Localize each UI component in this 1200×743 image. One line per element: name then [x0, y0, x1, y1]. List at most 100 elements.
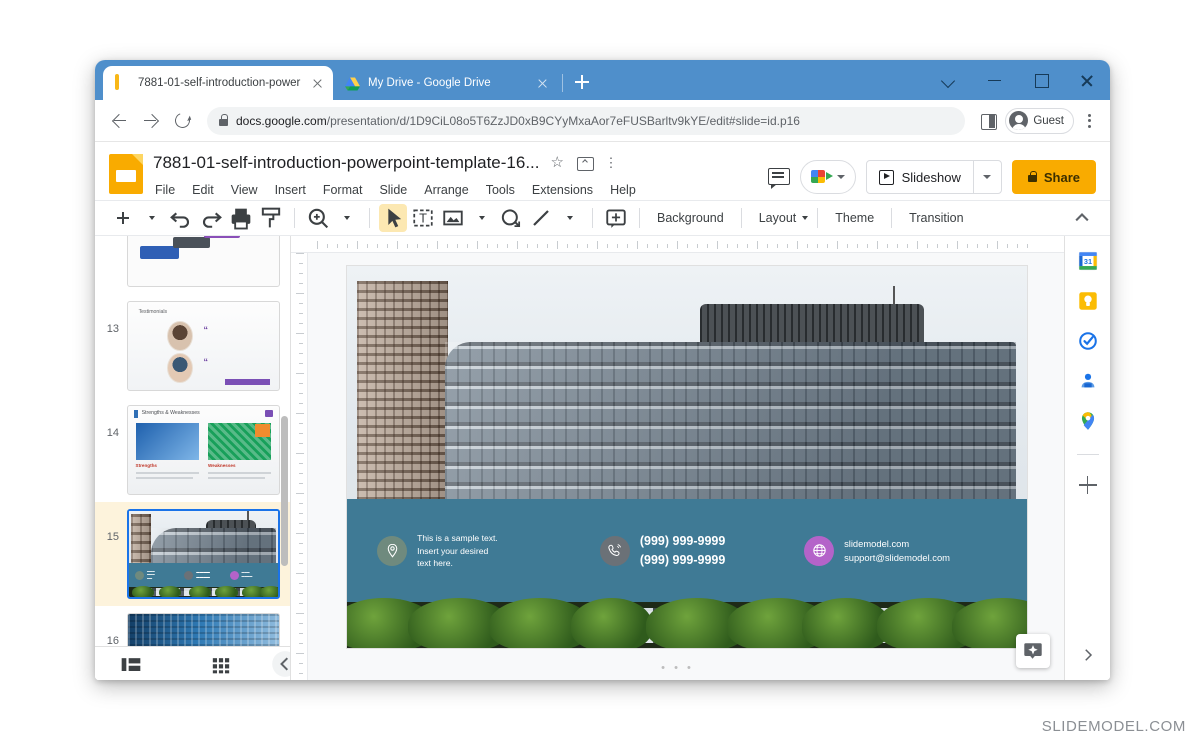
list-item[interactable]: 16	[95, 606, 290, 646]
move-to-folder-icon[interactable]	[577, 155, 593, 171]
minimize-icon[interactable]	[972, 60, 1018, 100]
browser-menu-icon[interactable]	[1078, 108, 1100, 134]
editor-body: 12 13	[95, 236, 1110, 680]
slide-thumbnail[interactable]: Testimonials “ “	[127, 301, 280, 391]
slide-thumbnail[interactable]	[127, 236, 280, 287]
treeline-foreground	[347, 602, 1027, 648]
comment-history-icon[interactable]	[766, 165, 790, 189]
menu-arrange[interactable]: Arrange	[422, 180, 470, 200]
google-keep-icon[interactable]	[1077, 290, 1099, 312]
list-item[interactable]: 13 Testimonials “ “	[95, 294, 290, 398]
chevron-down-icon	[802, 216, 808, 220]
list-item[interactable]: 12	[95, 236, 290, 294]
transition-button[interactable]: Transition	[901, 207, 971, 229]
star-icon[interactable]: ☆	[550, 155, 566, 171]
menu-help[interactable]: Help	[608, 180, 638, 200]
line-options-icon[interactable]	[557, 204, 583, 232]
select-icon[interactable]	[379, 204, 407, 232]
expand-rail-icon[interactable]	[1075, 642, 1101, 668]
current-slide[interactable]: This is a sample text. Insert your desir…	[347, 266, 1027, 648]
menu-tools[interactable]: Tools	[484, 180, 517, 200]
image-options-icon[interactable]	[469, 204, 495, 232]
menu-file[interactable]: File	[153, 180, 177, 200]
menu-edit[interactable]: Edit	[190, 180, 216, 200]
menu-extensions[interactable]: Extensions	[530, 180, 595, 200]
side-panel-icon[interactable]	[975, 108, 1001, 134]
globe-icon	[804, 536, 834, 566]
new-tab-icon[interactable]	[569, 69, 595, 95]
slide-number: 16	[101, 613, 119, 646]
paint-format-icon[interactable]	[257, 204, 285, 232]
phone-icon	[600, 536, 630, 566]
horizontal-ruler[interactable]	[291, 236, 1064, 253]
forward-icon[interactable]	[137, 107, 165, 135]
share-button[interactable]: Share	[1012, 160, 1096, 194]
tab-slides-document[interactable]: 7881-01-self-introduction-power	[103, 66, 333, 100]
google-contacts-icon[interactable]	[1077, 370, 1099, 392]
tab-google-drive[interactable]: My Drive - Google Drive	[333, 66, 558, 100]
slide-thumbnail[interactable]: Strengths & Weaknesses Strengths Weaknes…	[127, 405, 280, 495]
filmstrip-view-icon[interactable]	[117, 650, 145, 678]
filmstrip-scrollbar[interactable]	[281, 416, 288, 566]
google-side-rail: 31	[1064, 236, 1110, 680]
insert-image-icon[interactable]	[439, 204, 467, 232]
theme-button[interactable]: Theme	[827, 207, 882, 229]
chevron-down-icon[interactable]	[926, 60, 972, 100]
slide-thumbnail[interactable]	[127, 613, 280, 646]
filmstrip-scroll: 12 13	[95, 236, 290, 646]
play-icon	[879, 170, 894, 185]
menu-slide[interactable]: Slide	[377, 180, 409, 200]
contact-location-text: This is a sample text. Insert your desir…	[417, 532, 498, 569]
url-text: docs.google.com/presentation/d/1D9CiL08o…	[236, 114, 800, 128]
contact-info-bar[interactable]: This is a sample text. Insert your desir…	[347, 499, 1027, 602]
list-item[interactable]: 14 Strengths & Weaknesses Strengths Weak…	[95, 398, 290, 502]
close-icon[interactable]	[534, 75, 550, 91]
shape-icon[interactable]	[497, 204, 525, 232]
meet-button[interactable]	[800, 160, 856, 194]
address-bar[interactable]: docs.google.com/presentation/d/1D9CiL08o…	[207, 107, 965, 135]
menu-view[interactable]: View	[229, 180, 260, 200]
profile-chip[interactable]: Guest	[1005, 108, 1074, 134]
redo-icon[interactable]	[197, 204, 225, 232]
back-icon[interactable]	[105, 107, 133, 135]
header-actions: Slideshow Share	[766, 150, 1096, 200]
menu-format[interactable]: Format	[321, 180, 365, 200]
print-icon[interactable]	[227, 204, 255, 232]
menu-bar: File Edit View Insert Format Slide Arran…	[153, 180, 766, 200]
chevron-up-icon[interactable]	[1068, 204, 1096, 232]
close-icon[interactable]	[309, 75, 325, 91]
grid-view-icon[interactable]	[207, 650, 235, 678]
google-maps-icon[interactable]	[1077, 410, 1099, 432]
new-slide-options-icon[interactable]	[139, 204, 165, 232]
map-pin-icon	[377, 536, 407, 566]
menu-insert[interactable]: Insert	[273, 180, 308, 200]
explore-button[interactable]	[1016, 634, 1050, 668]
slide-thumbnail-active[interactable]: ▬▬▬▬▬▬▬▬ ▬▬▬▬▬▬▬▬ ▬▬▬▬▬▬▬	[127, 509, 280, 599]
undo-icon[interactable]	[167, 204, 195, 232]
reload-icon[interactable]	[169, 107, 197, 135]
add-app-icon[interactable]	[1076, 473, 1100, 497]
slide-editing-surface[interactable]: This is a sample text. Insert your desir…	[309, 254, 1064, 680]
slideshow-options-icon[interactable]	[973, 161, 1001, 193]
text-box-icon[interactable]: T	[409, 204, 437, 232]
background-button[interactable]: Background	[649, 207, 732, 229]
vertical-ruler[interactable]	[291, 253, 308, 680]
lock-icon	[1028, 175, 1037, 182]
comment-add-icon[interactable]	[602, 204, 630, 232]
close-window-icon[interactable]	[1064, 60, 1110, 100]
google-calendar-icon[interactable]: 31	[1077, 250, 1099, 272]
zoom-options-icon[interactable]	[334, 204, 360, 232]
maximize-icon[interactable]	[1018, 60, 1064, 100]
google-tasks-icon[interactable]	[1077, 330, 1099, 352]
document-title[interactable]: 7881-01-self-introduction-powerpoint-tem…	[153, 153, 539, 173]
slide-filmstrip[interactable]: 12 13	[95, 236, 291, 680]
slideshow-label: Slideshow	[902, 170, 961, 185]
new-slide-icon[interactable]	[109, 204, 137, 232]
chevron-down-icon	[837, 175, 845, 179]
slideshow-button[interactable]: Slideshow	[866, 160, 1002, 194]
list-item[interactable]: 15 ▬▬▬▬	[95, 502, 290, 606]
layout-button[interactable]: Layout	[751, 207, 805, 229]
zoom-icon[interactable]	[304, 204, 332, 232]
line-icon[interactable]	[527, 204, 555, 232]
collapse-panel-icon[interactable]	[271, 650, 291, 678]
